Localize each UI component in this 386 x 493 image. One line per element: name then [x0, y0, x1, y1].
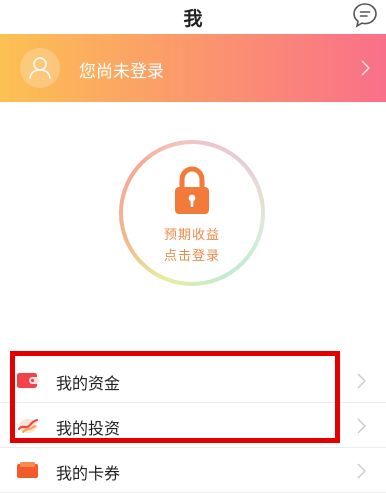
- message-icon: [353, 3, 377, 28]
- page-title: 我: [183, 8, 203, 30]
- lock-icon: [175, 166, 209, 214]
- tap-to-login-label: 点击登录: [163, 249, 220, 264]
- user-icon: [29, 57, 51, 79]
- login-banner[interactable]: 您尚未登录: [0, 34, 386, 102]
- message-button[interactable]: [352, 2, 378, 28]
- menu-item-label: 我的卡券: [56, 464, 121, 483]
- chevron-right-icon: [357, 418, 366, 434]
- wallet-icon: [17, 373, 39, 388]
- menu-item-label: 我的投资: [56, 419, 121, 438]
- chevron-right-icon: [357, 373, 366, 389]
- menu-item-my-funds[interactable]: 我的资金: [0, 358, 386, 403]
- chevron-right-icon: [357, 463, 366, 479]
- investment-icon: [17, 418, 39, 433]
- login-status-text: 您尚未登录: [79, 62, 164, 82]
- expected-earnings-label: 预期收益: [163, 228, 220, 243]
- account-menu: 我的资金 我的投资 我的卡券: [0, 358, 386, 493]
- login-ring-button[interactable]: 预期收益 点击登录: [117, 138, 267, 288]
- coupon-icon: [17, 462, 38, 478]
- menu-item-my-coupons[interactable]: 我的卡券: [0, 448, 386, 493]
- menu-item-my-investments[interactable]: 我的投资: [0, 403, 386, 448]
- chevron-right-icon: [361, 60, 370, 76]
- menu-item-label: 我的资金: [56, 374, 121, 393]
- top-bar: 我: [0, 0, 386, 34]
- avatar: [20, 48, 60, 88]
